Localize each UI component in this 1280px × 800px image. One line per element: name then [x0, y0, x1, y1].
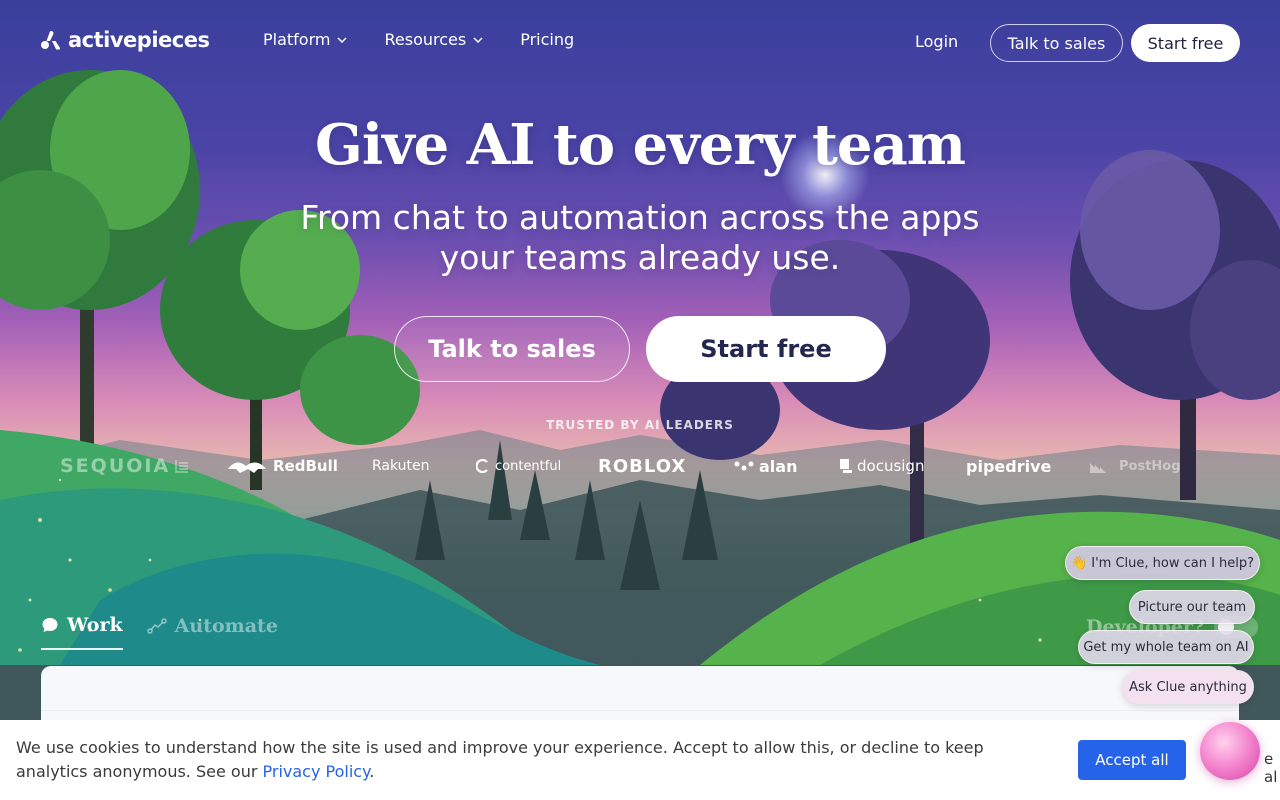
- hero-talk-to-sales-button[interactable]: Talk to sales: [394, 316, 630, 382]
- logo-roblox-text: ROBLOX: [598, 455, 687, 477]
- header-talk-to-sales-button[interactable]: Talk to sales: [990, 24, 1123, 62]
- login-link[interactable]: Login: [915, 32, 958, 51]
- logo-alan-text: alan: [759, 456, 798, 476]
- cookie-banner: We use cookies to understand how the sit…: [0, 720, 1280, 800]
- nav-pricing-label: Pricing: [520, 30, 575, 49]
- logo-pipedrive-text: pipedrive: [966, 456, 1052, 476]
- chat-bubble-icon: [42, 618, 58, 632]
- logo-redbull-text: RedBull: [273, 457, 338, 475]
- logo-pipedrive: pipedrive: [966, 452, 1051, 480]
- chevron-down-icon: [473, 36, 483, 43]
- nav-platform[interactable]: Platform: [263, 30, 348, 49]
- logo-alan: alan: [734, 452, 797, 480]
- decline-button-partial[interactable]: e al: [1264, 750, 1280, 786]
- brand-name: activepieces: [68, 28, 210, 52]
- contentful-icon: [476, 459, 488, 473]
- chat-greeting-bubble[interactable]: 👋 I'm Clue, how can I help?: [1065, 546, 1260, 580]
- mode-tabs: Work Automate: [41, 614, 278, 650]
- tab-work[interactable]: Work: [41, 614, 123, 650]
- redbull-bulls-icon: [228, 462, 266, 473]
- clue-assistant-orb-icon[interactable]: [1200, 722, 1260, 780]
- nav-pricing[interactable]: Pricing: [520, 30, 574, 49]
- chat-suggestion-picture-team[interactable]: Picture our team: [1129, 590, 1255, 624]
- logo-docusign: docusign: [840, 452, 924, 480]
- chevron-down-icon: [337, 36, 348, 43]
- customer-logos: SEQUOIA RedBull Rakuten contentful ROBLO…: [60, 452, 1190, 482]
- nav-resources[interactable]: Resources: [384, 30, 484, 49]
- chat-suggestion-team-ai[interactable]: Get my whole team on AI: [1078, 630, 1254, 664]
- privacy-policy-link[interactable]: Privacy Policy: [263, 762, 370, 781]
- chat-ask-input[interactable]: Ask Clue anything: [1122, 670, 1254, 704]
- logo-sequoia: SEQUOIA: [60, 452, 189, 480]
- logo-contentful-text: contentful: [495, 458, 562, 474]
- site-header: activepieces Platform Resources Pricing …: [0, 0, 1280, 86]
- main-nav: Platform Resources Pricing: [263, 30, 574, 49]
- logo-posthog-text: PostHog: [1119, 458, 1181, 474]
- posthog-icon: [1090, 463, 1106, 473]
- alan-dots-icon: [734, 461, 754, 471]
- panel-divider: [41, 710, 1239, 711]
- logo-rakuten-text: Rakuten: [372, 458, 430, 474]
- logo-docusign-text: docusign: [857, 457, 925, 475]
- tab-work-label: Work: [67, 614, 123, 636]
- logo-sequoia-text: SEQUOIA: [60, 455, 171, 477]
- tab-automate[interactable]: Automate: [146, 614, 278, 650]
- activepieces-logo-icon: [41, 31, 61, 50]
- hero-start-free-button[interactable]: Start free: [646, 316, 886, 382]
- workflow-icon: [146, 618, 167, 634]
- docusign-icon: [840, 459, 852, 473]
- hero-title: Give AI to every team: [315, 112, 966, 178]
- cookie-message-end: .: [369, 762, 375, 781]
- header-start-free-button[interactable]: Start free: [1131, 24, 1240, 62]
- cookie-message: We use cookies to understand how the sit…: [16, 738, 984, 781]
- cookie-text: We use cookies to understand how the sit…: [16, 736, 1026, 784]
- sequoia-mark-icon: [175, 460, 189, 473]
- trusted-heading: TRUSTED BY AI LEADERS: [546, 418, 734, 432]
- hero-subtitle: From chat to automation across the apps …: [300, 198, 980, 277]
- brand-logo[interactable]: activepieces: [40, 28, 210, 52]
- nav-resources-label: Resources: [384, 30, 467, 49]
- logo-contentful: contentful: [476, 452, 561, 480]
- logo-rakuten: Rakuten: [372, 452, 430, 480]
- accept-all-button[interactable]: Accept all: [1078, 740, 1186, 780]
- nav-platform-label: Platform: [263, 30, 331, 49]
- logo-posthog: PostHog: [1090, 452, 1181, 480]
- tab-automate-label: Automate: [174, 615, 278, 637]
- logo-roblox: ROBLOX: [598, 452, 686, 480]
- logo-redbull: RedBull: [226, 452, 338, 480]
